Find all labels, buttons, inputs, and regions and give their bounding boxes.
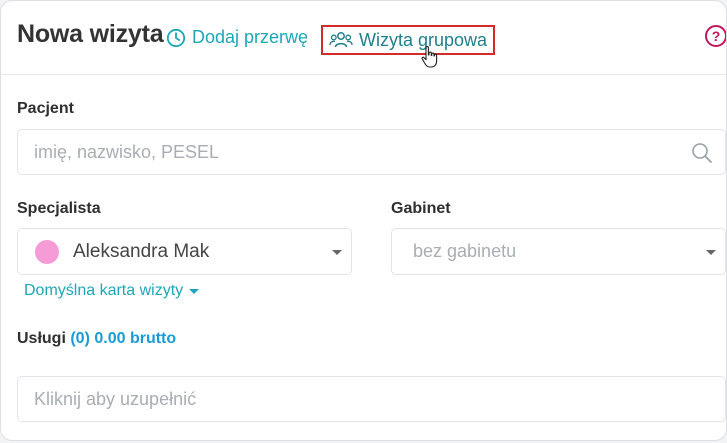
specialist-label: Specjalista — [17, 200, 101, 217]
search-icon[interactable] — [691, 142, 713, 164]
clock-icon — [166, 28, 186, 47]
users-icon — [329, 32, 353, 48]
services-placeholder: Kliknij aby uzupełnić — [34, 388, 197, 409]
group-visit-button[interactable]: Wizyta grupowa — [321, 25, 496, 55]
page-title: Nowa wizyta — [17, 20, 164, 48]
services-input[interactable]: Kliknij aby uzupełnić — [17, 376, 726, 422]
new-visit-modal: Nowa wizyta Dodaj przerwę Wizyta grupowa — [0, 0, 727, 441]
specialist-select[interactable]: Aleksandra Mak — [17, 228, 352, 275]
specialist-value: Aleksandra Mak — [73, 240, 210, 262]
add-break-link[interactable]: Dodaj przerwę — [166, 27, 308, 48]
services-count: (0) — [70, 330, 90, 347]
help-label: ? — [711, 28, 721, 44]
room-label: Gabinet — [391, 200, 451, 217]
add-break-label: Dodaj przerwę — [192, 27, 309, 47]
hand-pointer-icon — [421, 45, 438, 68]
patient-placeholder: imię, nazwisko, PESEL — [34, 141, 220, 162]
room-select[interactable]: bez gabinetu — [391, 228, 726, 275]
specialist-color-dot — [35, 239, 59, 264]
modal-header: Nowa wizyta Dodaj przerwę Wizyta grupowa — [1, 1, 726, 75]
caret-down-icon — [189, 288, 200, 294]
services-price: 0.00 brutto — [94, 330, 177, 347]
services-summary: Usługi (0) 0.00 brutto — [17, 330, 176, 348]
services-label: Usługi — [17, 330, 66, 347]
default-card-dropdown[interactable]: Domyślna karta wizyty — [24, 282, 200, 300]
chevron-down-icon — [332, 250, 342, 255]
default-card-label: Domyślna karta wizyty — [24, 282, 184, 299]
room-value: bez gabinetu — [413, 241, 517, 261]
chevron-down-icon — [706, 250, 716, 255]
patient-search-input[interactable]: imię, nazwisko, PESEL — [17, 129, 726, 175]
patient-label: Pacjent — [17, 100, 74, 117]
help-icon[interactable]: ? — [705, 25, 726, 47]
